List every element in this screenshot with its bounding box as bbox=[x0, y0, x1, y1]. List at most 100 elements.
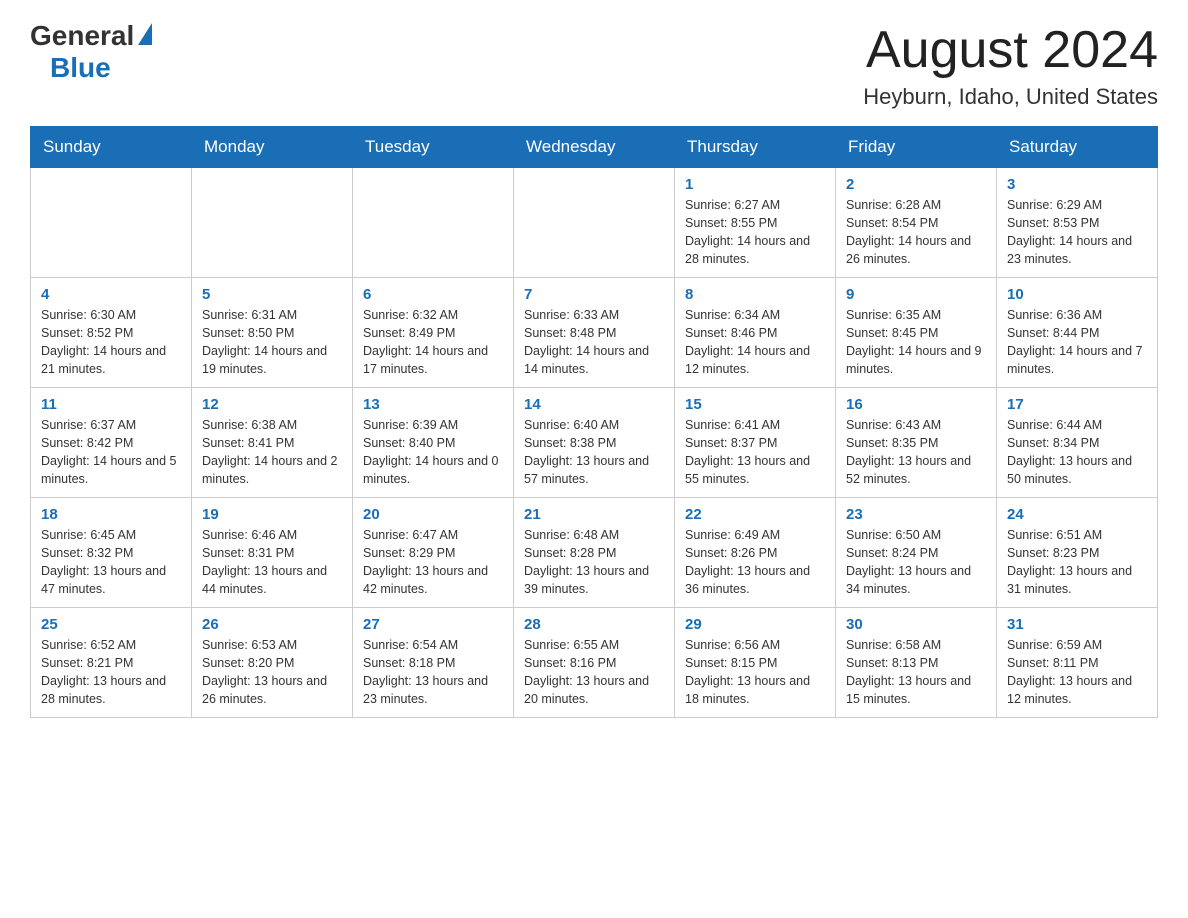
day-info: Sunrise: 6:50 AM Sunset: 8:24 PM Dayligh… bbox=[846, 526, 986, 599]
table-row bbox=[353, 168, 514, 278]
day-info: Sunrise: 6:34 AM Sunset: 8:46 PM Dayligh… bbox=[685, 306, 825, 379]
day-info: Sunrise: 6:59 AM Sunset: 8:11 PM Dayligh… bbox=[1007, 636, 1147, 709]
day-number: 23 bbox=[846, 506, 986, 523]
day-number: 31 bbox=[1007, 616, 1147, 633]
day-number: 21 bbox=[524, 506, 664, 523]
day-info: Sunrise: 6:41 AM Sunset: 8:37 PM Dayligh… bbox=[685, 416, 825, 489]
calendar-table: Sunday Monday Tuesday Wednesday Thursday… bbox=[30, 126, 1158, 718]
logo: General Blue bbox=[30, 20, 152, 84]
day-info: Sunrise: 6:47 AM Sunset: 8:29 PM Dayligh… bbox=[363, 526, 503, 599]
day-number: 13 bbox=[363, 396, 503, 413]
calendar-week-row: 25 Sunrise: 6:52 AM Sunset: 8:21 PM Dayli… bbox=[31, 608, 1158, 718]
day-number: 25 bbox=[41, 616, 181, 633]
header-tuesday: Tuesday bbox=[353, 127, 514, 168]
day-number: 9 bbox=[846, 286, 986, 303]
day-number: 8 bbox=[685, 286, 825, 303]
day-number: 17 bbox=[1007, 396, 1147, 413]
day-number: 29 bbox=[685, 616, 825, 633]
weekday-header-row: Sunday Monday Tuesday Wednesday Thursday… bbox=[31, 127, 1158, 168]
header-wednesday: Wednesday bbox=[514, 127, 675, 168]
day-info: Sunrise: 6:45 AM Sunset: 8:32 PM Dayligh… bbox=[41, 526, 181, 599]
day-info: Sunrise: 6:46 AM Sunset: 8:31 PM Dayligh… bbox=[202, 526, 342, 599]
day-number: 6 bbox=[363, 286, 503, 303]
day-number: 1 bbox=[685, 176, 825, 193]
day-number: 22 bbox=[685, 506, 825, 523]
header-friday: Friday bbox=[836, 127, 997, 168]
calendar-week-row: 1 Sunrise: 6:27 AM Sunset: 8:55 PM Daylig… bbox=[31, 168, 1158, 278]
day-number: 4 bbox=[41, 286, 181, 303]
day-info: Sunrise: 6:53 AM Sunset: 8:20 PM Dayligh… bbox=[202, 636, 342, 709]
day-info: Sunrise: 6:27 AM Sunset: 8:55 PM Dayligh… bbox=[685, 196, 825, 269]
day-number: 30 bbox=[846, 616, 986, 633]
day-number: 12 bbox=[202, 396, 342, 413]
table-row: 13 Sunrise: 6:39 AM Sunset: 8:40 PM Dayli… bbox=[353, 388, 514, 498]
table-row: 29 Sunrise: 6:56 AM Sunset: 8:15 PM Dayli… bbox=[675, 608, 836, 718]
table-row: 2 Sunrise: 6:28 AM Sunset: 8:54 PM Daylig… bbox=[836, 168, 997, 278]
table-row: 26 Sunrise: 6:53 AM Sunset: 8:20 PM Dayli… bbox=[192, 608, 353, 718]
day-info: Sunrise: 6:30 AM Sunset: 8:52 PM Dayligh… bbox=[41, 306, 181, 379]
logo-triangle-icon bbox=[138, 23, 152, 45]
table-row: 25 Sunrise: 6:52 AM Sunset: 8:21 PM Dayli… bbox=[31, 608, 192, 718]
day-info: Sunrise: 6:29 AM Sunset: 8:53 PM Dayligh… bbox=[1007, 196, 1147, 269]
month-title: August 2024 bbox=[863, 20, 1158, 80]
day-info: Sunrise: 6:37 AM Sunset: 8:42 PM Dayligh… bbox=[41, 416, 181, 489]
calendar-week-row: 4 Sunrise: 6:30 AM Sunset: 8:52 PM Daylig… bbox=[31, 278, 1158, 388]
table-row: 11 Sunrise: 6:37 AM Sunset: 8:42 PM Dayli… bbox=[31, 388, 192, 498]
table-row: 3Sunrise: 6:29 AM Sunset: 8:53 PM Daylig… bbox=[997, 168, 1158, 278]
day-info: Sunrise: 6:33 AM Sunset: 8:48 PM Dayligh… bbox=[524, 306, 664, 379]
table-row: 18 Sunrise: 6:45 AM Sunset: 8:32 PM Dayli… bbox=[31, 498, 192, 608]
header-thursday: Thursday bbox=[675, 127, 836, 168]
day-number: 24 bbox=[1007, 506, 1147, 523]
table-row: 15 Sunrise: 6:41 AM Sunset: 8:37 PM Dayli… bbox=[675, 388, 836, 498]
calendar-week-row: 18 Sunrise: 6:45 AM Sunset: 8:32 PM Dayli… bbox=[31, 498, 1158, 608]
table-row: 21Sunrise: 6:48 AM Sunset: 8:28 PM Dayli… bbox=[514, 498, 675, 608]
day-info: Sunrise: 6:55 AM Sunset: 8:16 PM Dayligh… bbox=[524, 636, 664, 709]
table-row: 19 Sunrise: 6:46 AM Sunset: 8:31 PM Dayli… bbox=[192, 498, 353, 608]
day-info: Sunrise: 6:35 AM Sunset: 8:45 PM Dayligh… bbox=[846, 306, 986, 379]
day-info: Sunrise: 6:44 AM Sunset: 8:34 PM Dayligh… bbox=[1007, 416, 1147, 489]
table-row: 28 Sunrise: 6:55 AM Sunset: 8:16 PM Dayli… bbox=[514, 608, 675, 718]
day-number: 28 bbox=[524, 616, 664, 633]
table-row: 4 Sunrise: 6:30 AM Sunset: 8:52 PM Daylig… bbox=[31, 278, 192, 388]
table-row: 6 Sunrise: 6:32 AM Sunset: 8:49 PM Daylig… bbox=[353, 278, 514, 388]
table-row: 22 Sunrise: 6:49 AM Sunset: 8:26 PM Dayli… bbox=[675, 498, 836, 608]
day-number: 14 bbox=[524, 396, 664, 413]
day-number: 10 bbox=[1007, 286, 1147, 303]
table-row: 12 Sunrise: 6:38 AM Sunset: 8:41 PM Dayli… bbox=[192, 388, 353, 498]
table-row: 16Sunrise: 6:43 AM Sunset: 8:35 PM Dayli… bbox=[836, 388, 997, 498]
header-monday: Monday bbox=[192, 127, 353, 168]
day-number: 7 bbox=[524, 286, 664, 303]
table-row: 8 Sunrise: 6:34 AM Sunset: 8:46 PM Daylig… bbox=[675, 278, 836, 388]
day-number: 18 bbox=[41, 506, 181, 523]
day-number: 5 bbox=[202, 286, 342, 303]
day-info: Sunrise: 6:40 AM Sunset: 8:38 PM Dayligh… bbox=[524, 416, 664, 489]
day-info: Sunrise: 6:39 AM Sunset: 8:40 PM Dayligh… bbox=[363, 416, 503, 489]
table-row bbox=[192, 168, 353, 278]
day-number: 20 bbox=[363, 506, 503, 523]
logo-blue-text: Blue bbox=[50, 52, 111, 83]
day-info: Sunrise: 6:28 AM Sunset: 8:54 PM Dayligh… bbox=[846, 196, 986, 269]
day-number: 2 bbox=[846, 176, 986, 193]
day-number: 26 bbox=[202, 616, 342, 633]
day-number: 15 bbox=[685, 396, 825, 413]
day-info: Sunrise: 6:54 AM Sunset: 8:18 PM Dayligh… bbox=[363, 636, 503, 709]
day-info: Sunrise: 6:38 AM Sunset: 8:41 PM Dayligh… bbox=[202, 416, 342, 489]
table-row: 31 Sunrise: 6:59 AM Sunset: 8:11 PM Dayli… bbox=[997, 608, 1158, 718]
day-info: Sunrise: 6:52 AM Sunset: 8:21 PM Dayligh… bbox=[41, 636, 181, 709]
day-info: Sunrise: 6:32 AM Sunset: 8:49 PM Dayligh… bbox=[363, 306, 503, 379]
table-row: 27Sunrise: 6:54 AM Sunset: 8:18 PM Dayli… bbox=[353, 608, 514, 718]
day-info: Sunrise: 6:31 AM Sunset: 8:50 PM Dayligh… bbox=[202, 306, 342, 379]
logo-general-text: General bbox=[30, 20, 134, 52]
title-area: August 2024 Heyburn, Idaho, United State… bbox=[863, 20, 1158, 110]
table-row: 14 Sunrise: 6:40 AM Sunset: 8:38 PM Dayli… bbox=[514, 388, 675, 498]
calendar-week-row: 11 Sunrise: 6:37 AM Sunset: 8:42 PM Dayli… bbox=[31, 388, 1158, 498]
table-row: 7 Sunrise: 6:33 AM Sunset: 8:48 PM Daylig… bbox=[514, 278, 675, 388]
table-row bbox=[31, 168, 192, 278]
header-sunday: Sunday bbox=[31, 127, 192, 168]
page-header: General Blue August 2024 Heyburn, Idaho,… bbox=[30, 20, 1158, 110]
table-row: 9 Sunrise: 6:35 AM Sunset: 8:45 PM Daylig… bbox=[836, 278, 997, 388]
day-number: 11 bbox=[41, 396, 181, 413]
day-info: Sunrise: 6:49 AM Sunset: 8:26 PM Dayligh… bbox=[685, 526, 825, 599]
day-info: Sunrise: 6:56 AM Sunset: 8:15 PM Dayligh… bbox=[685, 636, 825, 709]
day-number: 19 bbox=[202, 506, 342, 523]
